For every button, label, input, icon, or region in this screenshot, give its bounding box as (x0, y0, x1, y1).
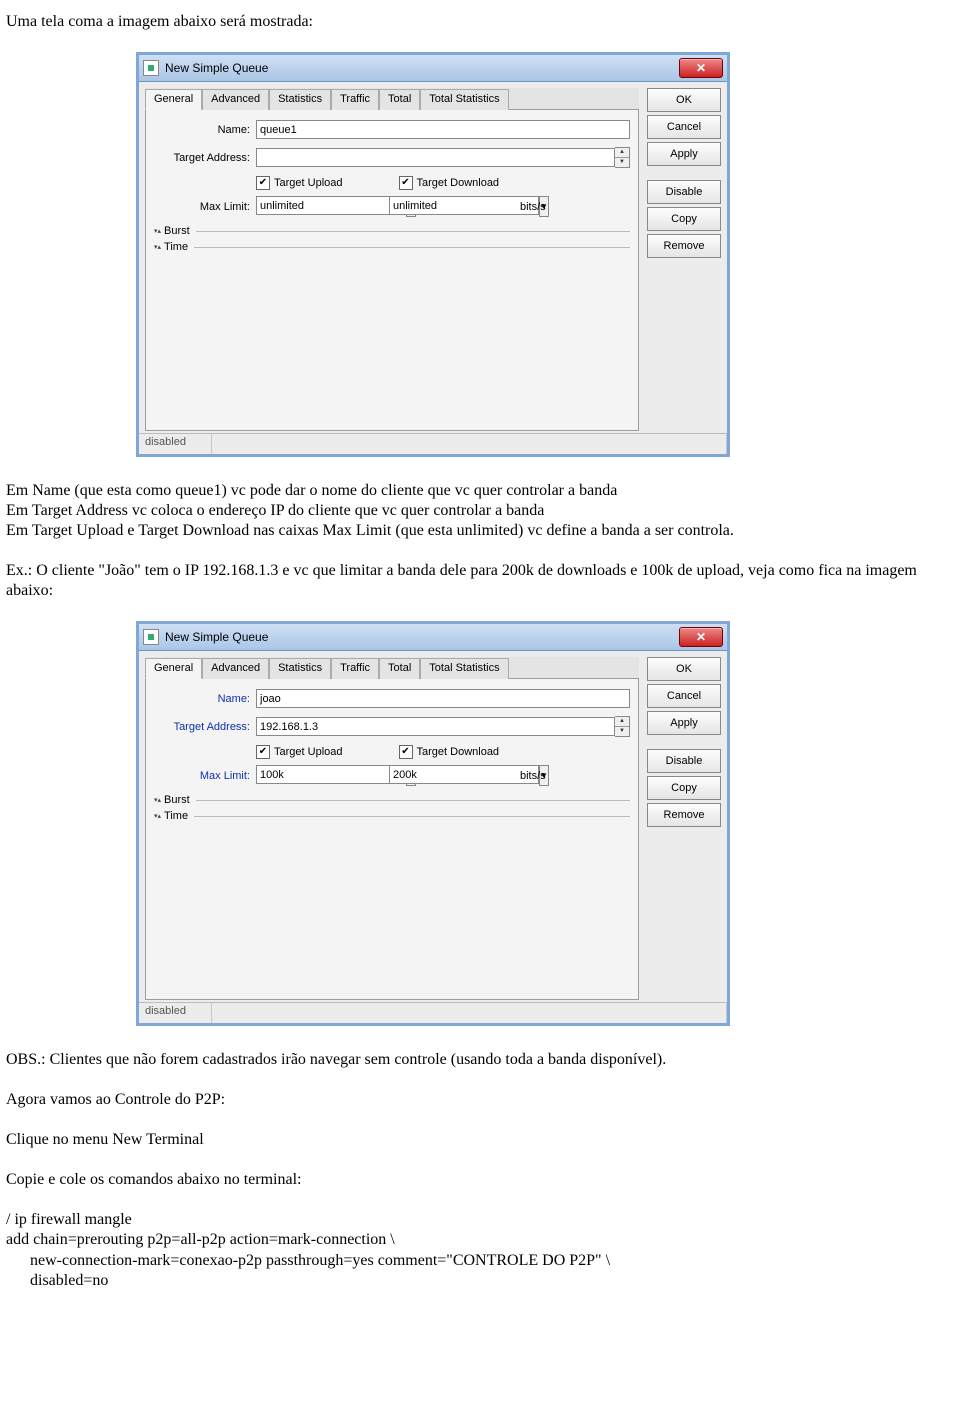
tab-strip: General Advanced Statistics Traffic Tota… (145, 657, 639, 679)
remove-button[interactable]: Remove (647, 803, 721, 827)
dialog-screenshot-1: New Simple Queue ✕ General Advanced Stat… (136, 52, 954, 457)
cancel-button[interactable]: Cancel (647, 115, 721, 139)
name-field[interactable] (256, 689, 630, 708)
tab-total[interactable]: Total (379, 89, 420, 110)
window-title: New Simple Queue (165, 61, 679, 75)
tab-general[interactable]: General (145, 658, 202, 679)
tab-traffic[interactable]: Traffic (331, 658, 379, 679)
time-collapser[interactable]: ▾▴ Time (154, 810, 630, 822)
tab-total-statistics[interactable]: Total Statistics (420, 89, 508, 110)
copy-button[interactable]: Copy (647, 207, 721, 231)
copy-button[interactable]: Copy (647, 776, 721, 800)
tab-total-statistics[interactable]: Total Statistics (420, 658, 508, 679)
code-block: / ip firewall mangle add chain=preroutin… (6, 1210, 954, 1292)
close-icon[interactable]: ✕ (679, 58, 723, 78)
label-name: Name: (154, 693, 256, 705)
apply-button[interactable]: Apply (647, 142, 721, 166)
burst-collapser[interactable]: ▾▴ Burst (154, 794, 630, 806)
target-download-checkbox[interactable]: ✔ Target Download (399, 745, 500, 759)
apply-button[interactable]: Apply (647, 711, 721, 735)
status-bar: disabled (139, 1002, 727, 1023)
time-collapser[interactable]: ▾▴ Time (154, 241, 630, 253)
arrow-icon: ▾▴ (154, 796, 161, 804)
ok-button[interactable]: OK (647, 88, 721, 112)
max-limit-upload-field[interactable] (256, 196, 406, 215)
paragraph-1: Em Name (que esta como queue1) vc pode d… (6, 481, 954, 541)
tab-strip: General Advanced Statistics Traffic Tota… (145, 88, 639, 110)
max-limit-download-field[interactable] (389, 196, 539, 215)
label-max-limit: Max Limit: (154, 770, 256, 782)
checkmark-icon: ✔ (399, 176, 413, 190)
remove-button[interactable]: Remove (647, 234, 721, 258)
label-max-limit: Max Limit: (154, 201, 256, 213)
checkmark-icon: ✔ (256, 745, 270, 759)
arrow-icon: ▾▴ (154, 243, 161, 251)
label-unit: bits/s (520, 770, 546, 782)
new-terminal-text: Clique no menu New Terminal (6, 1130, 954, 1150)
ok-button[interactable]: OK (647, 657, 721, 681)
window-title: New Simple Queue (165, 630, 679, 644)
tab-total[interactable]: Total (379, 658, 420, 679)
label-target-address: Target Address: (154, 721, 256, 733)
label-target-download: Target Download (417, 177, 500, 189)
copy-paste-text: Copie e cole os comandos abaixo no termi… (6, 1170, 954, 1190)
label-target-upload: Target Upload (274, 177, 343, 189)
max-limit-upload-field[interactable] (256, 765, 406, 784)
target-address-field[interactable] (256, 717, 615, 736)
tab-statistics[interactable]: Statistics (269, 658, 331, 679)
p2p-heading: Agora vamos ao Controle do P2P: (6, 1090, 954, 1110)
tab-general[interactable]: General (145, 89, 202, 110)
intro-text: Uma tela coma a imagem abaixo será mostr… (6, 12, 954, 32)
tab-advanced[interactable]: Advanced (202, 89, 269, 110)
app-icon (143, 60, 159, 76)
burst-collapser[interactable]: ▾▴ Burst (154, 225, 630, 237)
status-disabled: disabled (139, 434, 212, 454)
titlebar: New Simple Queue ✕ (139, 624, 727, 651)
tab-traffic[interactable]: Traffic (331, 89, 379, 110)
app-icon (143, 629, 159, 645)
arrow-icon: ▾▴ (154, 227, 161, 235)
label-target-upload: Target Upload (274, 746, 343, 758)
dialog-screenshot-2: New Simple Queue ✕ General Advanced Stat… (136, 621, 954, 1026)
disable-button[interactable]: Disable (647, 749, 721, 773)
label-target-address: Target Address: (154, 152, 256, 164)
target-upload-checkbox[interactable]: ✔ Target Upload (256, 745, 343, 759)
name-field[interactable] (256, 120, 630, 139)
status-disabled: disabled (139, 1003, 212, 1023)
checkmark-icon: ✔ (399, 745, 413, 759)
target-upload-checkbox[interactable]: ✔ Target Upload (256, 176, 343, 190)
label-target-download: Target Download (417, 746, 500, 758)
cancel-button[interactable]: Cancel (647, 684, 721, 708)
arrow-icon: ▾▴ (154, 812, 161, 820)
target-address-stepper[interactable]: ▲▼ (615, 716, 630, 737)
checkmark-icon: ✔ (256, 176, 270, 190)
label-unit: bits/s (520, 201, 546, 213)
close-icon[interactable]: ✕ (679, 627, 723, 647)
status-bar: disabled (139, 433, 727, 454)
target-download-checkbox[interactable]: ✔ Target Download (399, 176, 500, 190)
max-limit-download-field[interactable] (389, 765, 539, 784)
tab-advanced[interactable]: Advanced (202, 658, 269, 679)
disable-button[interactable]: Disable (647, 180, 721, 204)
titlebar: New Simple Queue ✕ (139, 55, 727, 82)
label-name: Name: (154, 124, 256, 136)
tab-statistics[interactable]: Statistics (269, 89, 331, 110)
target-address-stepper[interactable]: ▲▼ (615, 147, 630, 168)
paragraph-example: Ex.: O cliente "João" tem o IP 192.168.1… (6, 561, 954, 601)
obs-text: OBS.: Clientes que não forem cadastrados… (6, 1050, 954, 1070)
target-address-field[interactable] (256, 148, 615, 167)
